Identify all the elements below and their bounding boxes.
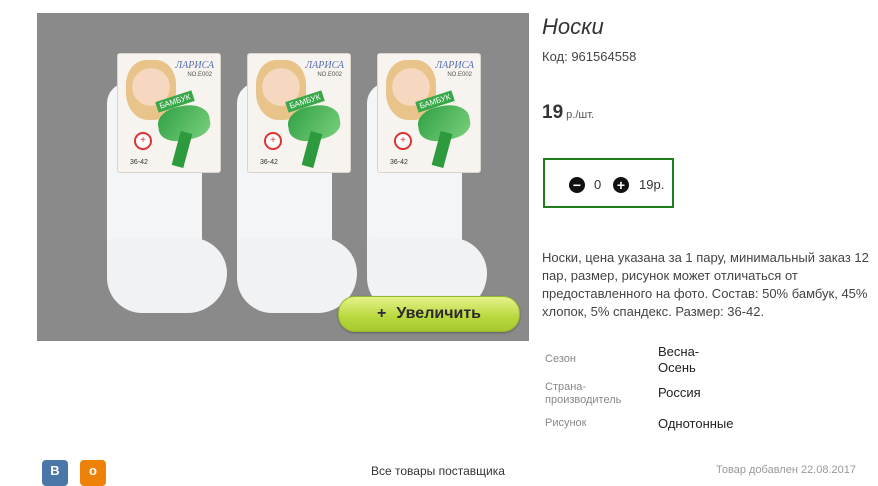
plus-icon: + (376, 305, 387, 322)
product-title: Носки (542, 14, 604, 39)
package-card: ЛАРИСА NO.E002 БАМБУК + 36-42 (377, 53, 481, 173)
price-unit: р./шт. (566, 109, 595, 121)
package-card: ЛАРИСА NO.E002 БАМБУК + 36-42 (117, 53, 221, 173)
brand-label: ЛАРИСА (175, 60, 214, 71)
quantity-stepper: − 0 + 19р. (543, 158, 674, 208)
pack-code: NO.E002 (317, 72, 342, 78)
cross-badge-icon: + (264, 132, 282, 150)
odnoklassniki-icon[interactable]: о (80, 460, 106, 486)
sock-pack: ЛАРИСА NO.E002 БАМБУК + 36-42 (227, 53, 357, 323)
sock-pack: ЛАРИСА NO.E002 БАМБУК + 36-42 (97, 53, 227, 323)
quantity-value[interactable]: 0 (594, 177, 601, 192)
attr-label-country: Страна-производитель (545, 381, 622, 406)
pack-code: NO.E002 (187, 72, 212, 78)
product-description: Носки, цена указана за 1 пару, минимальн… (542, 250, 869, 319)
price: 19 р./шт. (542, 102, 594, 124)
cross-badge-icon: + (394, 132, 412, 150)
quantity-total: 19р. (639, 177, 665, 192)
attr-value-pattern: Однотонные (658, 416, 734, 431)
zoom-label: Увеличить (396, 305, 481, 322)
attr-label-season: Сезон (545, 353, 576, 365)
attr-value-country: Россия (658, 385, 701, 400)
size-label: 36-42 (130, 159, 148, 166)
package-card: ЛАРИСА NO.E002 БАМБУК + 36-42 (247, 53, 351, 173)
attr-label-pattern: Рисунок (545, 417, 587, 429)
cross-badge-icon: + (134, 132, 152, 150)
attr-value-season: Весна-Осень (658, 344, 700, 375)
size-label: 36-42 (390, 159, 408, 166)
brand-label: ЛАРИСА (435, 60, 474, 71)
price-value: 19 (542, 102, 564, 123)
supplier-products-link[interactable]: Все товары поставщика (371, 464, 505, 478)
product-image[interactable]: ЛАРИСА NO.E002 БАМБУК + 36-42 ЛАРИСА NO.… (37, 13, 529, 341)
pack-code: NO.E002 (447, 72, 472, 78)
size-label: 36-42 (260, 159, 278, 166)
zoom-button[interactable]: + Увеличить (338, 296, 520, 332)
plus-icon[interactable]: + (613, 177, 629, 193)
brand-label: ЛАРИСА (305, 60, 344, 71)
sock-pack: ЛАРИСА NO.E002 БАМБУК + 36-42 (357, 53, 487, 323)
product-code: Код: 961564558 (542, 49, 637, 64)
minus-icon[interactable]: − (569, 177, 585, 193)
vk-icon[interactable]: В (42, 460, 68, 486)
added-date: Товар добавлен 22.08.2017 (716, 464, 857, 476)
